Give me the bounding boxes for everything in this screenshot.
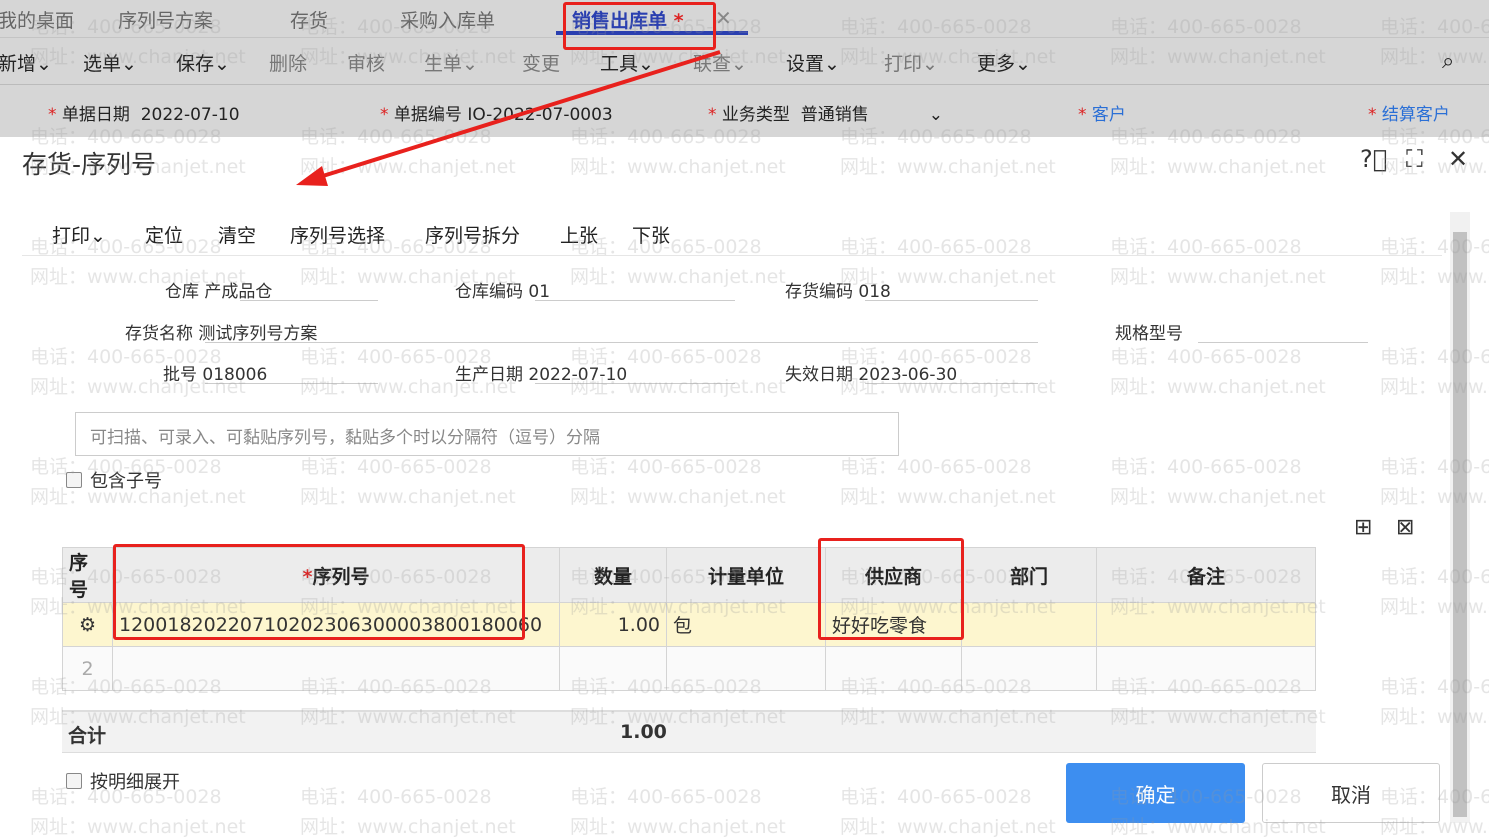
annotation-arrow xyxy=(296,50,721,186)
